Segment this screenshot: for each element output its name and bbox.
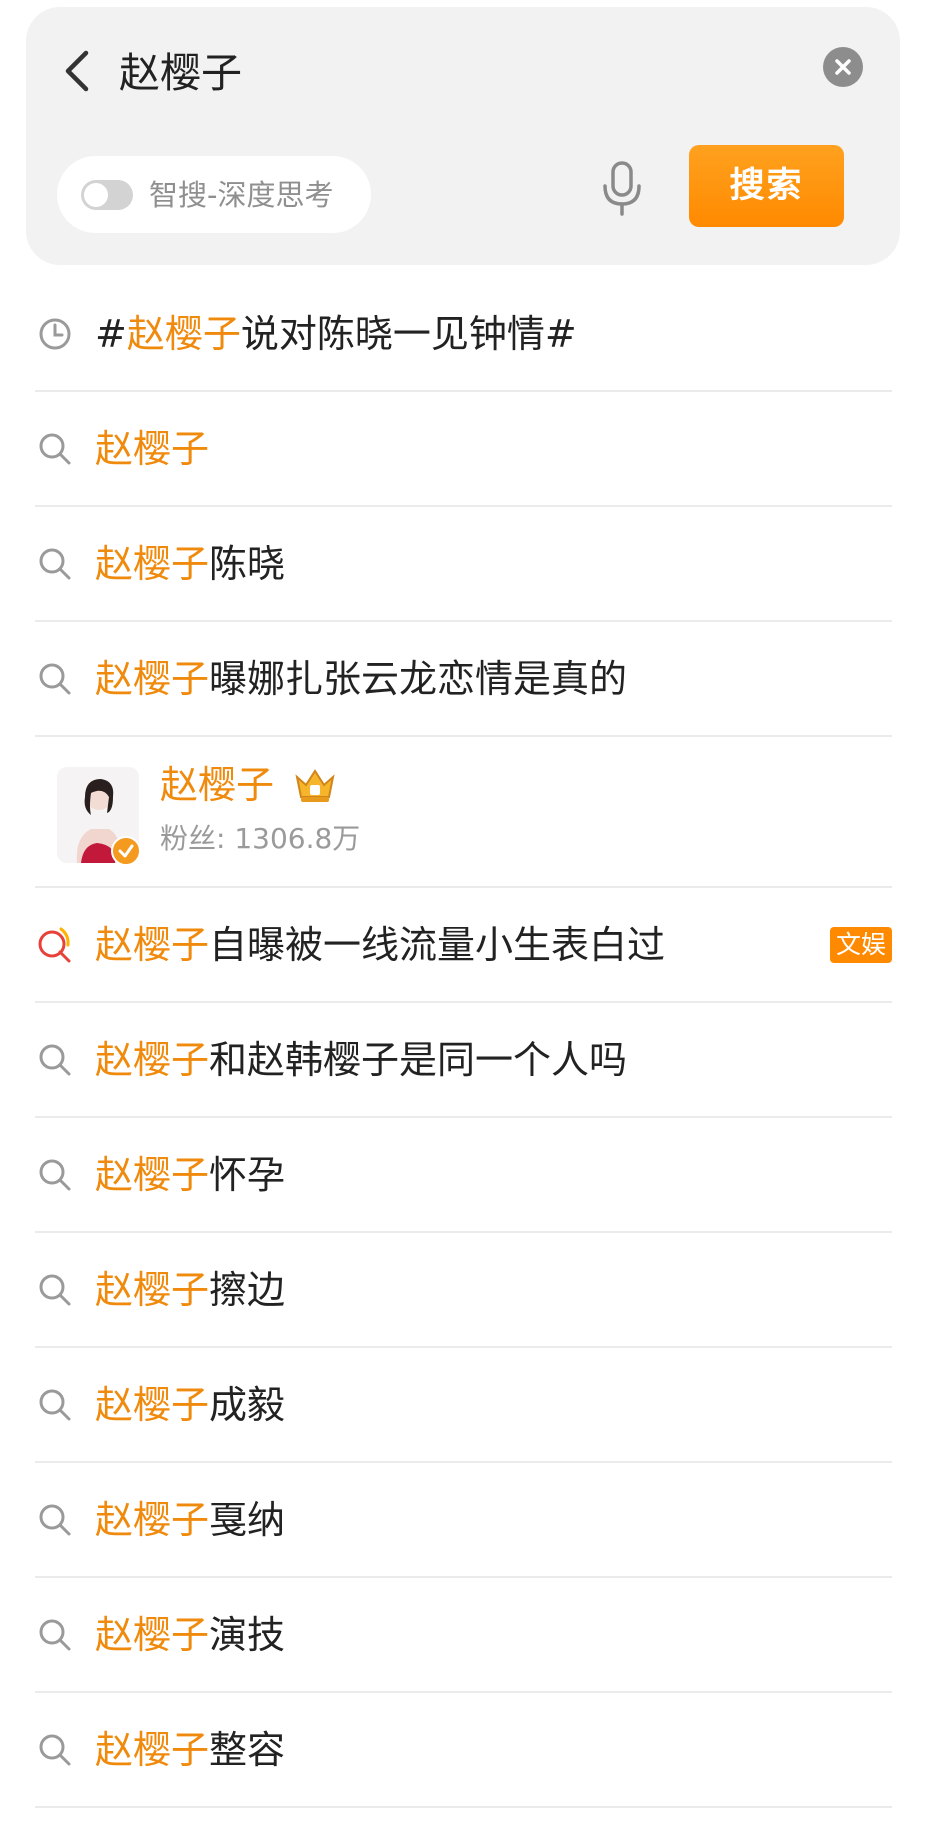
suggestion-rest: 说对陈晓一见钟情# [240,312,577,356]
fans-count: 粉丝: 1306.8万 [160,822,361,855]
suggestion-text[interactable]: 赵樱子 [95,420,209,478]
suggestion-highlight: 赵樱子 [95,1498,210,1542]
suggestion-text[interactable]: 赵樱子和赵韩樱子是同一个人吗 [95,1031,627,1089]
suggestion-highlight: 赵樱子 [95,1268,210,1312]
suggestion-highlight: 赵樱子 [95,923,210,967]
toggle-knob [84,183,108,207]
suggestion-highlight: 赵樱子 [95,1613,210,1657]
suggestion-text[interactable]: #赵樱子说对陈晓一见钟情# [95,305,577,363]
suggestion-rest: 自曝被一线流量小生表白过 [209,923,666,967]
suggestion-highlight: 赵樱子 [126,312,241,356]
search-button[interactable]: 搜索 [689,145,844,227]
suggestion-row[interactable]: 赵樱子成毅 [35,1348,892,1463]
toggle-switch[interactable] [81,180,133,210]
clear-icon[interactable] [823,47,863,87]
suggestion-text[interactable]: 赵樱子成毅 [95,1376,285,1434]
smart-search-label: 智搜-深度思考 [149,178,334,212]
suggestion-row[interactable]: 赵樱子陈晓 [35,507,892,622]
suggestion-rest: 擦边 [209,1268,286,1312]
search-icon [35,1615,75,1655]
suggestion-text[interactable]: 赵樱子擦边 [95,1261,285,1319]
suggestion-row[interactable]: #赵樱子说对陈晓一见钟情# [35,277,892,392]
suggestion-text[interactable]: 赵樱子陈晓 [95,535,285,593]
verified-icon [111,836,141,866]
history-clock-icon [35,314,75,354]
smart-search-toggle[interactable]: 智搜-深度思考 [57,156,371,233]
suggestion-highlight: 赵樱子 [95,657,210,701]
search-icon [35,1385,75,1425]
suggestion-row[interactable]: 赵樱子整容 [35,1693,892,1808]
suggestion-text[interactable]: 赵樱子整容 [95,1721,285,1779]
search-icon [35,1730,75,1770]
suggestion-row[interactable]: 赵樱子演技 [35,1578,892,1693]
suggestion-text[interactable]: 赵樱子戛纳 [95,1491,285,1549]
suggestion-row[interactable]: 赵樱子怀孕 [35,1118,892,1233]
suggestion-rest: 怀孕 [209,1153,286,1197]
search-icon [35,544,75,584]
suggestion-rest: 整容 [209,1728,286,1772]
category-badge: 文娱 [829,927,892,963]
suggestion-prefix: # [95,312,127,356]
search-icon [35,1155,75,1195]
search-icon [35,1500,75,1540]
suggestion-rest: 成毅 [209,1383,286,1427]
microphone-icon[interactable] [600,160,644,218]
suggestion-highlight: 赵樱子 [95,1038,210,1082]
suggestion-highlight: 赵樱子 [95,1383,210,1427]
suggestion-text[interactable]: 赵樱子演技 [95,1606,285,1664]
suggestion-row[interactable]: 赵樱子曝娜扎张云龙恋情是真的 [35,622,892,737]
suggestion-row[interactable]: 赵樱子擦边 [35,1233,892,1348]
suggestion-text[interactable]: 赵樱子曝娜扎张云龙恋情是真的 [95,650,627,708]
search-input[interactable]: 赵樱子 [119,47,242,99]
suggestion-rest: 陈晓 [209,542,286,586]
suggestion-text[interactable]: 赵樱子自曝被一线流量小生表白过 [95,916,665,974]
suggestion-rest: 演技 [209,1613,286,1657]
suggestion-rest: 戛纳 [209,1498,286,1542]
suggestion-highlight: 赵樱子 [95,542,210,586]
user-suggestion-row[interactable]: 赵樱子粉丝: 1306.8万 [35,737,892,888]
suggestion-rest: 和赵韩樱子是同一个人吗 [209,1038,628,1082]
suggestion-list: #赵樱子说对陈晓一见钟情# 赵樱子 赵樱子陈晓 赵樱子曝娜扎张云龙恋情是真的 赵樱子 粉丝… [0,277,927,1808]
suggestion-highlight: 赵樱子 [95,1728,210,1772]
search-icon [35,659,75,699]
suggestion-highlight: 赵樱子 [95,1153,210,1197]
back-arrow-icon[interactable] [56,45,100,97]
search-icon [35,1270,75,1310]
search-icon [35,429,75,469]
suggestion-row[interactable]: 赵樱子和赵韩樱子是同一个人吗 [35,1003,892,1118]
crown-icon [293,765,337,805]
suggestion-row[interactable]: 赵樱子 [35,392,892,507]
suggestion-row[interactable]: 赵樱子自曝被一线流量小生表白过 文娱 [35,888,892,1003]
suggestion-row[interactable]: 赵樱子戛纳 [35,1463,892,1578]
suggestion-highlight: 赵樱子 [95,427,210,471]
hot-search-icon [35,925,75,965]
search-icon [35,1040,75,1080]
user-name[interactable]: 赵樱子 [160,759,274,811]
suggestion-rest: 曝娜扎张云龙恋情是真的 [209,657,628,701]
suggestion-text[interactable]: 赵樱子怀孕 [95,1146,285,1204]
